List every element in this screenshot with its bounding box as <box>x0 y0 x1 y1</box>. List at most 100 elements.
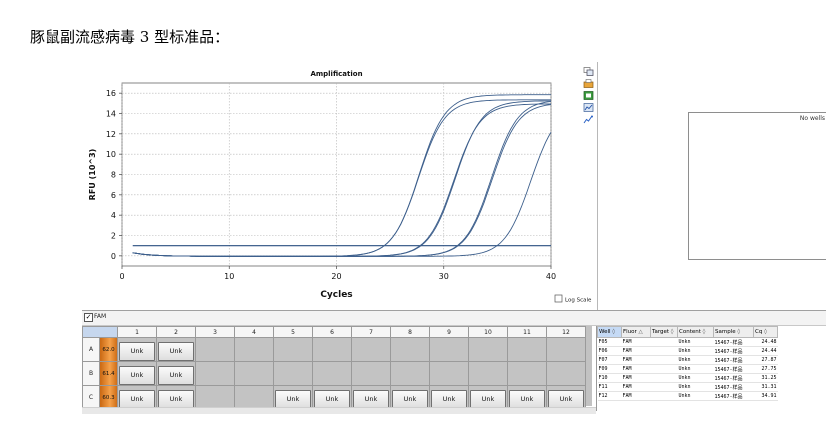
image-icon[interactable] <box>583 91 594 100</box>
plate-well[interactable] <box>546 361 586 386</box>
table-cell: 24.44 <box>753 346 778 356</box>
sort-icon[interactable]: ◊ <box>669 329 674 335</box>
plate-well[interactable] <box>429 361 469 386</box>
column-header-target[interactable]: Target ◊ <box>650 326 678 338</box>
plate-well[interactable] <box>273 361 313 386</box>
column-header-cq[interactable]: Cq ◊ <box>753 326 778 338</box>
gradient-temperature: 61.4 <box>99 361 118 386</box>
column-header-label: Well <box>599 329 611 335</box>
plate-well[interactable]: Unk <box>390 385 430 410</box>
table-cell: FAM <box>621 337 651 347</box>
plate-well[interactable] <box>234 361 274 386</box>
plate-well[interactable]: Unk <box>117 361 157 386</box>
plate-well[interactable]: Unk <box>117 385 157 410</box>
plate-well[interactable] <box>351 361 391 386</box>
sort-icon[interactable]: ◊ <box>736 329 740 335</box>
wells-table-container: Well ◊ Fluor △ Target ◊ Content ◊ Sample ◊ Cq… <box>597 326 826 401</box>
gradient-temperature: 62.0 <box>99 337 118 362</box>
column-header-sample[interactable]: Sample ◊ <box>713 326 754 338</box>
plate-column-header[interactable]: 5 <box>273 326 313 338</box>
plate-column-header[interactable]: 10 <box>468 326 508 338</box>
column-header-well[interactable]: Well ◊ <box>597 326 622 338</box>
table-row[interactable]: F07 FAM Unkn 15467-样品 27.87 <box>597 355 778 365</box>
document-heading: 豚鼠副流感病毒 3 型标准品： <box>30 28 230 46</box>
plate-well[interactable]: Unk <box>156 361 196 386</box>
plate-well[interactable]: Unk <box>468 385 508 410</box>
table-row[interactable]: F09 FAM Unkn 15467-样品 27.75 <box>597 364 778 374</box>
table-cell <box>650 391 678 401</box>
plate-well[interactable] <box>195 361 235 386</box>
plate-well[interactable] <box>468 337 508 362</box>
table-row[interactable]: F12 FAM Unkn 15467-样品 34.91 <box>597 391 778 401</box>
plate-well[interactable]: Unk <box>507 385 547 410</box>
plate-column-header[interactable]: 2 <box>156 326 196 338</box>
plate-well[interactable] <box>507 337 547 362</box>
copy-icon[interactable] <box>583 67 594 76</box>
plate-well[interactable]: Unk <box>117 337 157 362</box>
sort-icon[interactable]: ◊ <box>762 329 767 335</box>
table-cell: 27.75 <box>753 364 778 374</box>
plate-well[interactable]: Unk <box>156 337 196 362</box>
plate-well[interactable]: Unk <box>312 385 352 410</box>
column-header-label: Target <box>652 329 670 335</box>
well-preview-box: No wells <box>688 112 826 260</box>
plate-well[interactable]: Unk <box>351 385 391 410</box>
plate-well[interactable] <box>273 337 313 362</box>
plate-column-header[interactable]: 6 <box>312 326 352 338</box>
plate-column-header[interactable]: 9 <box>429 326 469 338</box>
plate-column-header[interactable]: 7 <box>351 326 391 338</box>
plate-well[interactable] <box>468 361 508 386</box>
plate-well[interactable]: Unk <box>273 385 313 410</box>
log-scale-checkbox[interactable] <box>554 294 563 303</box>
table-cell: Unkn <box>677 355 714 365</box>
plate-well[interactable] <box>507 361 547 386</box>
sort-icon[interactable]: △ <box>637 329 643 335</box>
table-row[interactable]: F05 FAM Unkn 15467-样品 24.48 <box>597 337 778 347</box>
plate-column-header[interactable]: 11 <box>507 326 547 338</box>
well-content-unk[interactable]: Unk <box>158 342 194 361</box>
table-cell: 15467-样品 <box>713 382 754 392</box>
well-content-unk[interactable]: Unk <box>158 366 194 385</box>
plate-row-header[interactable]: A <box>82 337 100 362</box>
plate-well[interactable]: Unk <box>429 385 469 410</box>
chart-icon[interactable] <box>583 103 594 112</box>
plate-well[interactable] <box>390 337 430 362</box>
plate-horizontal-scrollbar[interactable] <box>82 407 596 414</box>
plate-well[interactable] <box>312 337 352 362</box>
plate-row-header[interactable]: B <box>82 361 100 386</box>
fam-checkbox-label: FAM <box>94 313 107 320</box>
well-content-unk[interactable]: Unk <box>119 366 155 385</box>
plate-well[interactable] <box>195 385 235 410</box>
plate-well[interactable] <box>429 337 469 362</box>
plate-well[interactable] <box>351 337 391 362</box>
plate-column-header[interactable]: 8 <box>390 326 430 338</box>
plate-column-header[interactable]: 1 <box>117 326 157 338</box>
plate-column-header[interactable]: 4 <box>234 326 274 338</box>
table-cell <box>650 346 678 356</box>
table-row[interactable]: F11 FAM Unkn 15467-样品 31.31 <box>597 382 778 392</box>
column-header-content[interactable]: Content ◊ <box>677 326 714 338</box>
plate-well[interactable]: Unk <box>156 385 196 410</box>
plate-well[interactable]: Unk <box>546 385 586 410</box>
plate-well[interactable] <box>546 337 586 362</box>
plate-well[interactable] <box>234 337 274 362</box>
y-tick-label: 12 <box>106 130 116 139</box>
plate-column-header[interactable]: 12 <box>546 326 586 338</box>
settings-icon[interactable] <box>583 115 594 124</box>
export-icon[interactable] <box>583 79 594 88</box>
table-row[interactable]: F10 FAM Unkn 15467-样品 31.25 <box>597 373 778 383</box>
plate-well[interactable] <box>390 361 430 386</box>
plate-well[interactable] <box>195 337 235 362</box>
well-content-unk[interactable]: Unk <box>119 342 155 361</box>
table-row[interactable]: F06 FAM Unkn 15467-样品 24.44 <box>597 346 778 356</box>
plate-well[interactable] <box>312 361 352 386</box>
plate-row-header[interactable]: C <box>82 385 100 410</box>
x-tick-label: 0 <box>119 272 124 281</box>
fam-checkbox[interactable]: ✓ <box>84 313 93 322</box>
plate-column-header[interactable]: 3 <box>195 326 235 338</box>
plate-corner[interactable] <box>82 326 118 338</box>
sort-icon[interactable]: ◊ <box>611 329 615 335</box>
column-header-fluor[interactable]: Fluor △ <box>621 326 651 338</box>
plate-well[interactable] <box>234 385 274 410</box>
sort-icon[interactable]: ◊ <box>701 329 706 335</box>
